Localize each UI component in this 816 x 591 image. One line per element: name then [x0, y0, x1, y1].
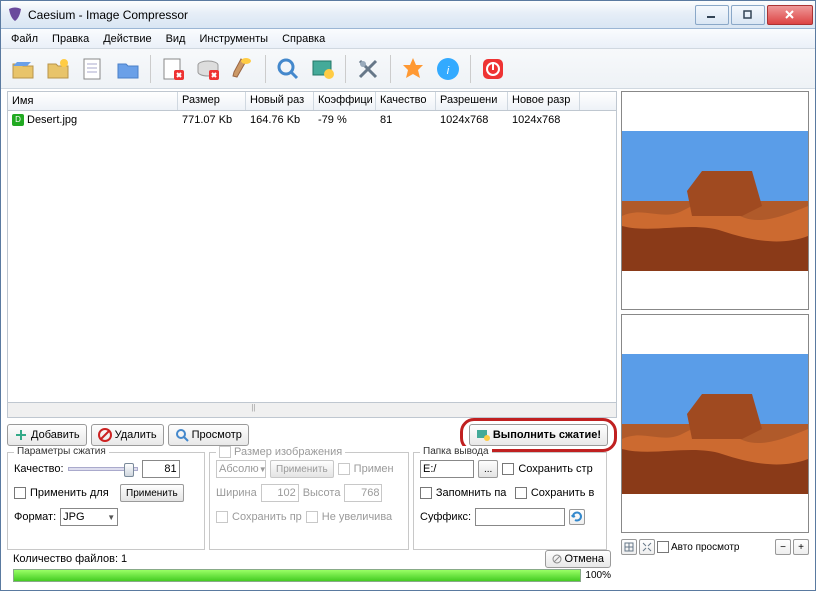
height-stepper[interactable] — [344, 484, 382, 502]
save-to-checkbox[interactable] — [515, 487, 527, 499]
minimize-button[interactable] — [695, 5, 729, 25]
titlebar: Caesium - Image Compressor — [1, 1, 815, 29]
keep-ratio-checkbox[interactable] — [216, 511, 228, 523]
actual-size-icon[interactable] — [639, 539, 655, 555]
open-list-icon[interactable] — [77, 53, 109, 85]
chevron-down-icon: ▼ — [107, 513, 115, 522]
resize-apply-checkbox[interactable] — [338, 463, 350, 475]
zoom-out-icon[interactable]: − — [775, 539, 791, 555]
add-button[interactable]: Добавить — [7, 424, 87, 446]
left-panel: Имя Размер Новый раз Коэффици Качество Р… — [7, 91, 617, 586]
cell-size: 771.07 Kb — [178, 113, 246, 127]
window-title: Caesium - Image Compressor — [28, 8, 693, 22]
preview-button[interactable]: Просмотр — [168, 424, 249, 446]
resize-mode-combo[interactable]: Абсолю▼ — [216, 460, 266, 478]
fit-icon[interactable] — [621, 539, 637, 555]
apply-resize-button[interactable]: Применить — [270, 460, 334, 478]
cell-newres: 1024x768 — [508, 113, 580, 127]
save-folder-icon[interactable] — [112, 53, 144, 85]
file-list[interactable]: DDesert.jpg 771.07 Kb 164.76 Kb -79 % 81… — [7, 111, 617, 403]
preview-compressed — [621, 314, 809, 533]
col-res[interactable]: Разрешени — [436, 92, 508, 110]
open-folder-icon[interactable] — [42, 53, 74, 85]
col-name[interactable]: Имя — [8, 92, 178, 110]
refresh-suffix-button[interactable] — [569, 509, 585, 525]
menu-action[interactable]: Действие — [97, 31, 157, 47]
remove-disk-icon[interactable] — [192, 53, 224, 85]
app-window: Caesium - Image Compressor Файл Правка Д… — [0, 0, 816, 591]
menu-edit[interactable]: Правка — [46, 31, 95, 47]
zoom-in-icon[interactable]: + — [793, 539, 809, 555]
file-count-label: Количество файлов: 1 — [13, 553, 127, 565]
info-icon[interactable]: i — [432, 53, 464, 85]
table-row[interactable]: DDesert.jpg 771.07 Kb 164.76 Kb -79 % 81… — [8, 111, 616, 129]
autopreview-label: Авто просмотр — [671, 542, 739, 553]
output-group: Папка вывода ... Сохранить стр Запомнить… — [413, 452, 607, 550]
suffix-field[interactable] — [475, 508, 565, 526]
cell-ratio: -79 % — [314, 113, 376, 127]
apply-all-label: Применить для — [30, 487, 116, 499]
remove-file-icon[interactable] — [157, 53, 189, 85]
quality-label: Качество: — [14, 463, 64, 475]
col-size[interactable]: Размер — [178, 92, 246, 110]
cell-res: 1024x768 — [436, 113, 508, 127]
quality-stepper[interactable] — [142, 460, 180, 478]
col-quality[interactable]: Качество — [376, 92, 436, 110]
menu-help[interactable]: Справка — [276, 31, 331, 47]
apply-quality-button[interactable]: Применить — [120, 484, 184, 502]
menu-file[interactable]: Файл — [5, 31, 44, 47]
compress-button[interactable]: Выполнить сжатие! — [469, 424, 608, 446]
compress-params-group: Параметры сжатия Качество: Применить для… — [7, 452, 205, 550]
no-enlarge-checkbox[interactable] — [306, 511, 318, 523]
menubar: Файл Правка Действие Вид Инструменты Спр… — [1, 29, 815, 49]
format-label: Формат: — [14, 511, 56, 523]
col-newres[interactable]: Новое разр — [508, 92, 580, 110]
progress-percent: 100% — [585, 570, 611, 581]
zoom-icon[interactable] — [272, 53, 304, 85]
horizontal-scrollbar[interactable] — [7, 403, 617, 418]
clear-list-icon[interactable] — [227, 53, 259, 85]
settings-icon[interactable] — [352, 53, 384, 85]
cell-newsize: 164.76 Kb — [246, 113, 314, 127]
output-path-field[interactable] — [420, 460, 474, 478]
menu-tools[interactable]: Инструменты — [193, 31, 274, 47]
width-stepper[interactable] — [261, 484, 299, 502]
remember-checkbox[interactable] — [420, 487, 432, 499]
preview-panel: Авто просмотр − + — [621, 91, 809, 586]
open-file-icon[interactable] — [7, 53, 39, 85]
quality-slider[interactable] — [68, 467, 138, 471]
app-icon — [7, 7, 23, 23]
format-combo[interactable]: JPG▼ — [60, 508, 118, 526]
preview-original — [621, 91, 809, 310]
compress-icon[interactable] — [307, 53, 339, 85]
resize-group: Размер изображения Абсолю▼ Применить При… — [209, 452, 409, 550]
file-status-icon: D — [12, 114, 24, 126]
file-list-header: Имя Размер Новый раз Коэффици Качество Р… — [7, 91, 617, 111]
col-newsize[interactable]: Новый раз — [246, 92, 314, 110]
cancel-button[interactable]: Отмена — [545, 550, 611, 568]
menu-view[interactable]: Вид — [160, 31, 192, 47]
autopreview-checkbox[interactable] — [657, 541, 669, 553]
apply-all-checkbox[interactable] — [14, 487, 26, 499]
close-button[interactable] — [767, 5, 813, 25]
resize-enable-checkbox[interactable] — [219, 446, 231, 458]
maximize-button[interactable] — [731, 5, 765, 25]
cell-name: Desert.jpg — [27, 114, 77, 126]
toolbar: i — [1, 49, 815, 89]
star-icon[interactable] — [397, 53, 429, 85]
cell-quality: 81 — [376, 113, 436, 127]
browse-button[interactable]: ... — [478, 460, 498, 478]
group-title: Параметры сжатия — [14, 446, 109, 457]
keep-struct-checkbox[interactable] — [502, 463, 514, 475]
progress-bar — [13, 569, 581, 582]
remove-button[interactable]: Удалить — [91, 424, 164, 446]
power-icon[interactable] — [477, 53, 509, 85]
col-ratio[interactable]: Коэффици — [314, 92, 376, 110]
